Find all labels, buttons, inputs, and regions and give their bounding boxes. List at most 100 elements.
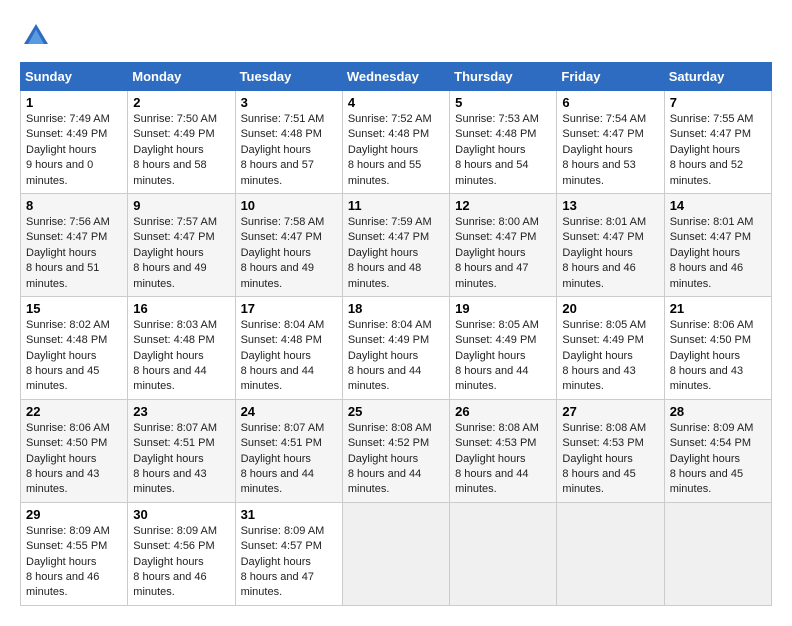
day-number: 24 [241,404,337,419]
day-number: 17 [241,301,337,316]
day-cell: 4 Sunrise: 7:52 AMSunset: 4:48 PMDaylight… [342,91,449,194]
day-number: 21 [670,301,766,316]
day-cell: 7Sunrise: 7:55 AMSunset: 4:47 PMDaylight… [664,91,771,194]
day-info: Sunrise: 8:00 AMSunset: 4:47 PMDaylight … [455,215,551,292]
day-info: Sunrise: 7:50 AMSunset: 4:49 PMDaylight … [133,112,229,189]
week-row-4: 22 Sunrise: 8:06 AMSunset: 4:50 PMDayligh… [21,399,772,502]
day-number: 8 [26,198,122,213]
day-info: Sunrise: 8:09 AMSunset: 4:56 PMDaylight … [133,524,229,601]
day-info: Sunrise: 7:54 AMSunset: 4:47 PMDaylight … [562,112,658,189]
day-cell: 12 Sunrise: 8:00 AMSunset: 4:47 PMDayligh… [450,193,557,296]
day-info: Sunrise: 8:09 AMSunset: 4:54 PMDaylight … [670,421,766,498]
weekday-wednesday: Wednesday [342,63,449,91]
day-info: Sunrise: 8:08 AMSunset: 4:53 PMDaylight … [562,421,658,498]
day-cell: 30Sunrise: 8:09 AMSunset: 4:56 PMDayligh… [128,502,235,605]
day-cell: 2 Sunrise: 7:50 AMSunset: 4:49 PMDaylight… [128,91,235,194]
day-cell [450,502,557,605]
day-number: 9 [133,198,229,213]
day-info: Sunrise: 8:07 AMSunset: 4:51 PMDaylight … [133,421,229,498]
day-number: 26 [455,404,551,419]
day-info: Sunrise: 8:01 AMSunset: 4:47 PMDaylight … [670,215,766,292]
day-info: Sunrise: 8:07 AMSunset: 4:51 PMDaylight … [241,421,337,498]
day-info: Sunrise: 8:04 AMSunset: 4:48 PMDaylight … [241,318,337,395]
day-cell: 26 Sunrise: 8:08 AMSunset: 4:53 PMDayligh… [450,399,557,502]
day-cell: 5 Sunrise: 7:53 AMSunset: 4:48 PMDaylight… [450,91,557,194]
day-cell: 6Sunrise: 7:54 AMSunset: 4:47 PMDaylight… [557,91,664,194]
day-cell: 24 Sunrise: 8:07 AMSunset: 4:51 PMDayligh… [235,399,342,502]
day-cell: 13 Sunrise: 8:01 AMSunset: 4:47 PMDayligh… [557,193,664,296]
day-cell: 11 Sunrise: 7:59 AMSunset: 4:47 PMDayligh… [342,193,449,296]
day-info: Sunrise: 8:06 AMSunset: 4:50 PMDaylight … [26,421,122,498]
day-cell: 20 Sunrise: 8:05 AMSunset: 4:49 PMDayligh… [557,296,664,399]
day-number: 2 [133,95,229,110]
day-number: 4 [348,95,444,110]
weekday-tuesday: Tuesday [235,63,342,91]
day-number: 18 [348,301,444,316]
day-number: 1 [26,95,122,110]
day-cell: 9Sunrise: 7:57 AMSunset: 4:47 PMDaylight… [128,193,235,296]
day-number: 19 [455,301,551,316]
day-number: 3 [241,95,337,110]
day-number: 5 [455,95,551,110]
day-info: Sunrise: 7:58 AMSunset: 4:47 PMDaylight … [241,215,337,292]
day-info: Sunrise: 7:52 AMSunset: 4:48 PMDaylight … [348,112,444,189]
day-number: 11 [348,198,444,213]
day-cell: 1Sunrise: 7:49 AMSunset: 4:49 PMDaylight… [21,91,128,194]
day-info: Sunrise: 8:09 AMSunset: 4:57 PMDaylight … [241,524,337,601]
day-cell: 29 Sunrise: 8:09 AMSunset: 4:55 PMDayligh… [21,502,128,605]
day-cell: 16 Sunrise: 8:03 AMSunset: 4:48 PMDayligh… [128,296,235,399]
day-cell: 17 Sunrise: 8:04 AMSunset: 4:48 PMDayligh… [235,296,342,399]
day-cell: 21Sunrise: 8:06 AMSunset: 4:50 PMDayligh… [664,296,771,399]
day-number: 28 [670,404,766,419]
day-info: Sunrise: 8:01 AMSunset: 4:47 PMDaylight … [562,215,658,292]
logo [20,20,56,52]
day-number: 12 [455,198,551,213]
week-row-2: 8 Sunrise: 7:56 AMSunset: 4:47 PMDaylight… [21,193,772,296]
calendar-table: SundayMondayTuesdayWednesdayThursdayFrid… [20,62,772,606]
day-info: Sunrise: 7:56 AMSunset: 4:47 PMDaylight … [26,215,122,292]
day-number: 14 [670,198,766,213]
calendar-body: 1Sunrise: 7:49 AMSunset: 4:49 PMDaylight… [21,91,772,606]
day-cell: 28 Sunrise: 8:09 AMSunset: 4:54 PMDayligh… [664,399,771,502]
weekday-friday: Friday [557,63,664,91]
day-number: 20 [562,301,658,316]
day-number: 29 [26,507,122,522]
day-number: 7 [670,95,766,110]
day-cell: 14 Sunrise: 8:01 AMSunset: 4:47 PMDayligh… [664,193,771,296]
day-cell: 3 Sunrise: 7:51 AMSunset: 4:48 PMDaylight… [235,91,342,194]
day-number: 27 [562,404,658,419]
day-info: Sunrise: 8:09 AMSunset: 4:55 PMDaylight … [26,524,122,601]
week-row-5: 29 Sunrise: 8:09 AMSunset: 4:55 PMDayligh… [21,502,772,605]
day-number: 16 [133,301,229,316]
day-number: 15 [26,301,122,316]
day-number: 31 [241,507,337,522]
day-number: 13 [562,198,658,213]
week-row-3: 15Sunrise: 8:02 AMSunset: 4:48 PMDayligh… [21,296,772,399]
day-info: Sunrise: 8:05 AMSunset: 4:49 PMDaylight … [562,318,658,395]
day-number: 25 [348,404,444,419]
day-cell [664,502,771,605]
logo-icon [20,20,52,52]
day-cell: 22 Sunrise: 8:06 AMSunset: 4:50 PMDayligh… [21,399,128,502]
weekday-header-row: SundayMondayTuesdayWednesdayThursdayFrid… [21,63,772,91]
day-info: Sunrise: 7:53 AMSunset: 4:48 PMDaylight … [455,112,551,189]
day-cell: 19 Sunrise: 8:05 AMSunset: 4:49 PMDayligh… [450,296,557,399]
day-cell: 27 Sunrise: 8:08 AMSunset: 4:53 PMDayligh… [557,399,664,502]
day-cell: 8 Sunrise: 7:56 AMSunset: 4:47 PMDaylight… [21,193,128,296]
day-info: Sunrise: 8:05 AMSunset: 4:49 PMDaylight … [455,318,551,395]
weekday-saturday: Saturday [664,63,771,91]
day-cell: 15Sunrise: 8:02 AMSunset: 4:48 PMDayligh… [21,296,128,399]
day-info: Sunrise: 7:51 AMSunset: 4:48 PMDaylight … [241,112,337,189]
weekday-sunday: Sunday [21,63,128,91]
day-info: Sunrise: 8:03 AMSunset: 4:48 PMDaylight … [133,318,229,395]
day-cell: 31 Sunrise: 8:09 AMSunset: 4:57 PMDayligh… [235,502,342,605]
day-cell: 10Sunrise: 7:58 AMSunset: 4:47 PMDayligh… [235,193,342,296]
day-cell [557,502,664,605]
day-info: Sunrise: 8:08 AMSunset: 4:53 PMDaylight … [455,421,551,498]
day-cell: 23Sunrise: 8:07 AMSunset: 4:51 PMDayligh… [128,399,235,502]
day-info: Sunrise: 8:04 AMSunset: 4:49 PMDaylight … [348,318,444,395]
week-row-1: 1Sunrise: 7:49 AMSunset: 4:49 PMDaylight… [21,91,772,194]
day-number: 22 [26,404,122,419]
day-info: Sunrise: 7:59 AMSunset: 4:47 PMDaylight … [348,215,444,292]
weekday-monday: Monday [128,63,235,91]
